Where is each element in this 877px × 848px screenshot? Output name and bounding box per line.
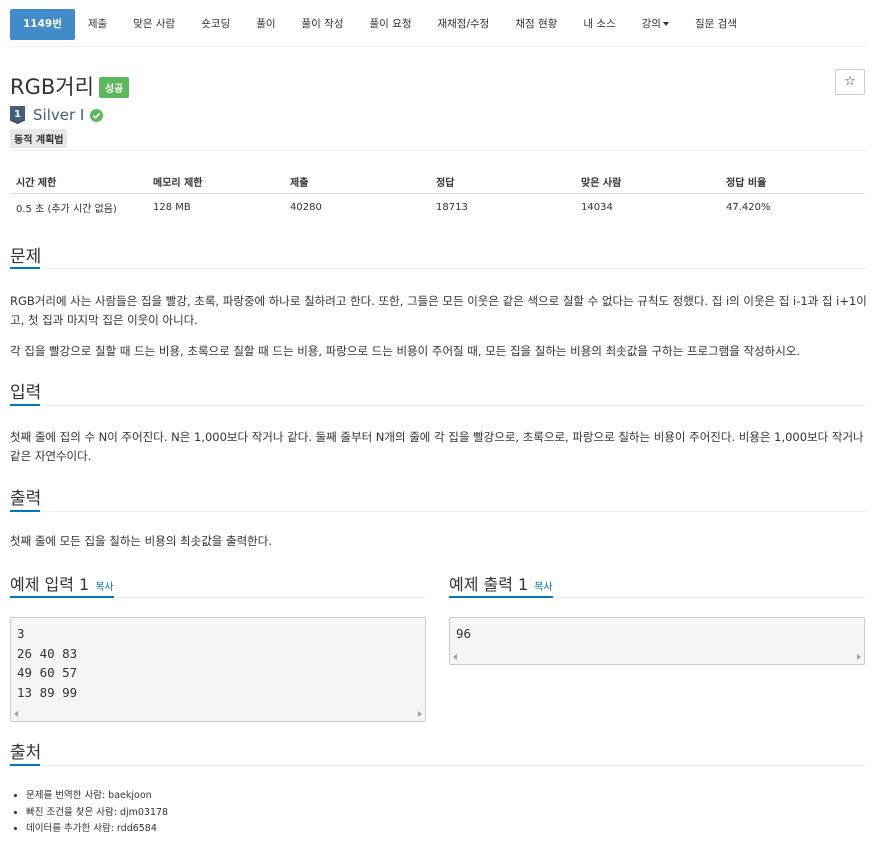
copy-sample-input-button[interactable]: 복사 [95,582,113,593]
algorithm-tag[interactable]: 동적 계획법 [10,129,68,148]
section-underline [10,404,40,406]
section-divider [10,405,865,406]
section-heading-output: 출력 [10,489,42,509]
section-underline [10,267,40,269]
stats-row: 0.5 초 (추가 시간 없음) 128 MB 40280 18713 1403… [10,193,865,221]
tier-icon: 1 [10,106,25,124]
problem-page: 1149번 제출 맞은 사람 숏코딩 풀이 풀이 작성 풀이 요청 재채점/수정… [0,0,877,848]
section-divider [10,268,865,269]
section-divider [10,765,865,766]
tier-label[interactable]: Silver I [33,106,84,124]
caret-down-icon [662,22,669,26]
source-item: 문제를 번역한 사람: baekjoon [26,788,168,805]
section-underline [10,764,40,766]
source-item: 빠진 조건을 찾은 사람: djm03178 [26,805,168,822]
header-divider [10,150,865,151]
tab-question-search[interactable]: 질문 검색 [682,9,750,40]
tier-level: 1 [14,109,21,120]
section-underline [10,596,114,598]
problem-description-2: 각 집을 빨강으로 칠할 때 드는 비용, 초록으로 칠할 때 드는 비용, 파… [10,344,801,358]
output-description: 첫째 줄에 모든 집을 칠하는 비용의 최솟값을 출력한다. [10,534,273,548]
sample-output-title: 예제 출력 1 [449,575,529,594]
stats-header: 정답 비율 [720,170,865,194]
horizontal-scrollbar[interactable] [12,708,424,720]
horizontal-scrollbar[interactable] [451,651,863,663]
section-heading-input: 입력 [10,383,42,403]
stats-header: 정답 [430,170,575,194]
tab-my-source[interactable]: 내 소스 [570,9,628,40]
stats-header: 맞은 사람 [575,170,720,194]
section-divider [10,511,865,512]
section-underline [449,596,553,598]
check-circle-icon [90,108,104,122]
stats-cell: 128 MB [153,201,191,213]
stats-header: 메모리 제한 [147,170,284,194]
star-icon: ☆ [844,74,856,89]
tab-solved-users[interactable]: 맞은 사람 [120,9,188,40]
sample-output-heading: 예제 출력 1 복사 [449,571,553,595]
stats-header: 제출 [284,170,430,194]
stats-cell: 0.5 초 (추가 시간 없음) [16,203,117,215]
problem-title: RGB거리 [10,75,94,99]
tab-lectures[interactable]: 강의 [629,9,682,40]
stats-cell: 47.420% [726,201,771,213]
copy-sample-output-button[interactable]: 복사 [534,582,552,593]
scroll-right-icon[interactable] [418,711,422,717]
sample-input-box[interactable]: 3 26 40 83 49 60 57 13 89 99 [10,617,426,722]
sample-output-text: 96 [456,626,472,641]
sample-input-title: 예제 입력 1 [10,575,90,594]
source-item: 데이터를 추가한 사람: rdd6584 [26,821,168,838]
sample-input-text: 3 26 40 83 49 60 57 13 89 99 [17,626,78,700]
input-description: 첫째 줄에 집의 수 N이 주어진다. N은 1,000보다 작거나 같다. 둘… [10,430,864,463]
stats-cell: 18713 [436,201,468,213]
scroll-right-icon[interactable] [857,654,861,660]
problem-nav: 1149번 제출 맞은 사람 숏코딩 풀이 풀이 작성 풀이 요청 재채점/수정… [10,9,750,40]
title-row: RGB거리 성공 [10,71,130,101]
tab-write-solution[interactable]: 풀이 작성 [289,9,357,40]
stats-table: 시간 제한 메모리 제한 제출 정답 맞은 사람 정답 비율 0.5 초 (추가… [10,170,865,221]
status-badge: 성공 [98,77,130,98]
section-heading-problem: 문제 [10,247,42,267]
section-underline [10,510,40,512]
tab-lectures-label: 강의 [641,18,661,30]
tab-short-coding[interactable]: 숏코딩 [188,9,243,40]
source-list: 문제를 번역한 사람: baekjoon 빠진 조건을 찾은 사람: djm03… [10,788,168,838]
tier-row: 1 Silver I [10,106,104,124]
favorite-button[interactable]: ☆ [835,69,865,95]
tab-request-solution[interactable]: 풀이 요청 [357,9,425,40]
stats-header-row: 시간 제한 메모리 제한 제출 정답 맞은 사람 정답 비율 [10,170,865,194]
sample-output-box[interactable]: 96 [449,617,865,665]
tab-rejudge[interactable]: 재채점/수정 [424,9,502,40]
scroll-left-icon[interactable] [14,711,18,717]
nav-divider [10,46,867,47]
stats-cell: 14034 [581,201,613,213]
tab-problem-number[interactable]: 1149번 [10,9,75,40]
tab-judge-status[interactable]: 채점 현황 [502,9,570,40]
sample-input-heading: 예제 입력 1 복사 [10,571,114,595]
tab-solutions[interactable]: 풀이 [243,9,288,40]
tab-submit[interactable]: 제출 [75,9,120,40]
stats-header: 시간 제한 [10,170,147,194]
stats-cell: 40280 [290,201,322,213]
section-heading-source: 출처 [10,743,42,763]
scroll-left-icon[interactable] [453,654,457,660]
problem-description: RGB거리에 사는 사람들은 집을 빨강, 초록, 파랑중에 하나로 칠하려고 … [10,294,867,327]
